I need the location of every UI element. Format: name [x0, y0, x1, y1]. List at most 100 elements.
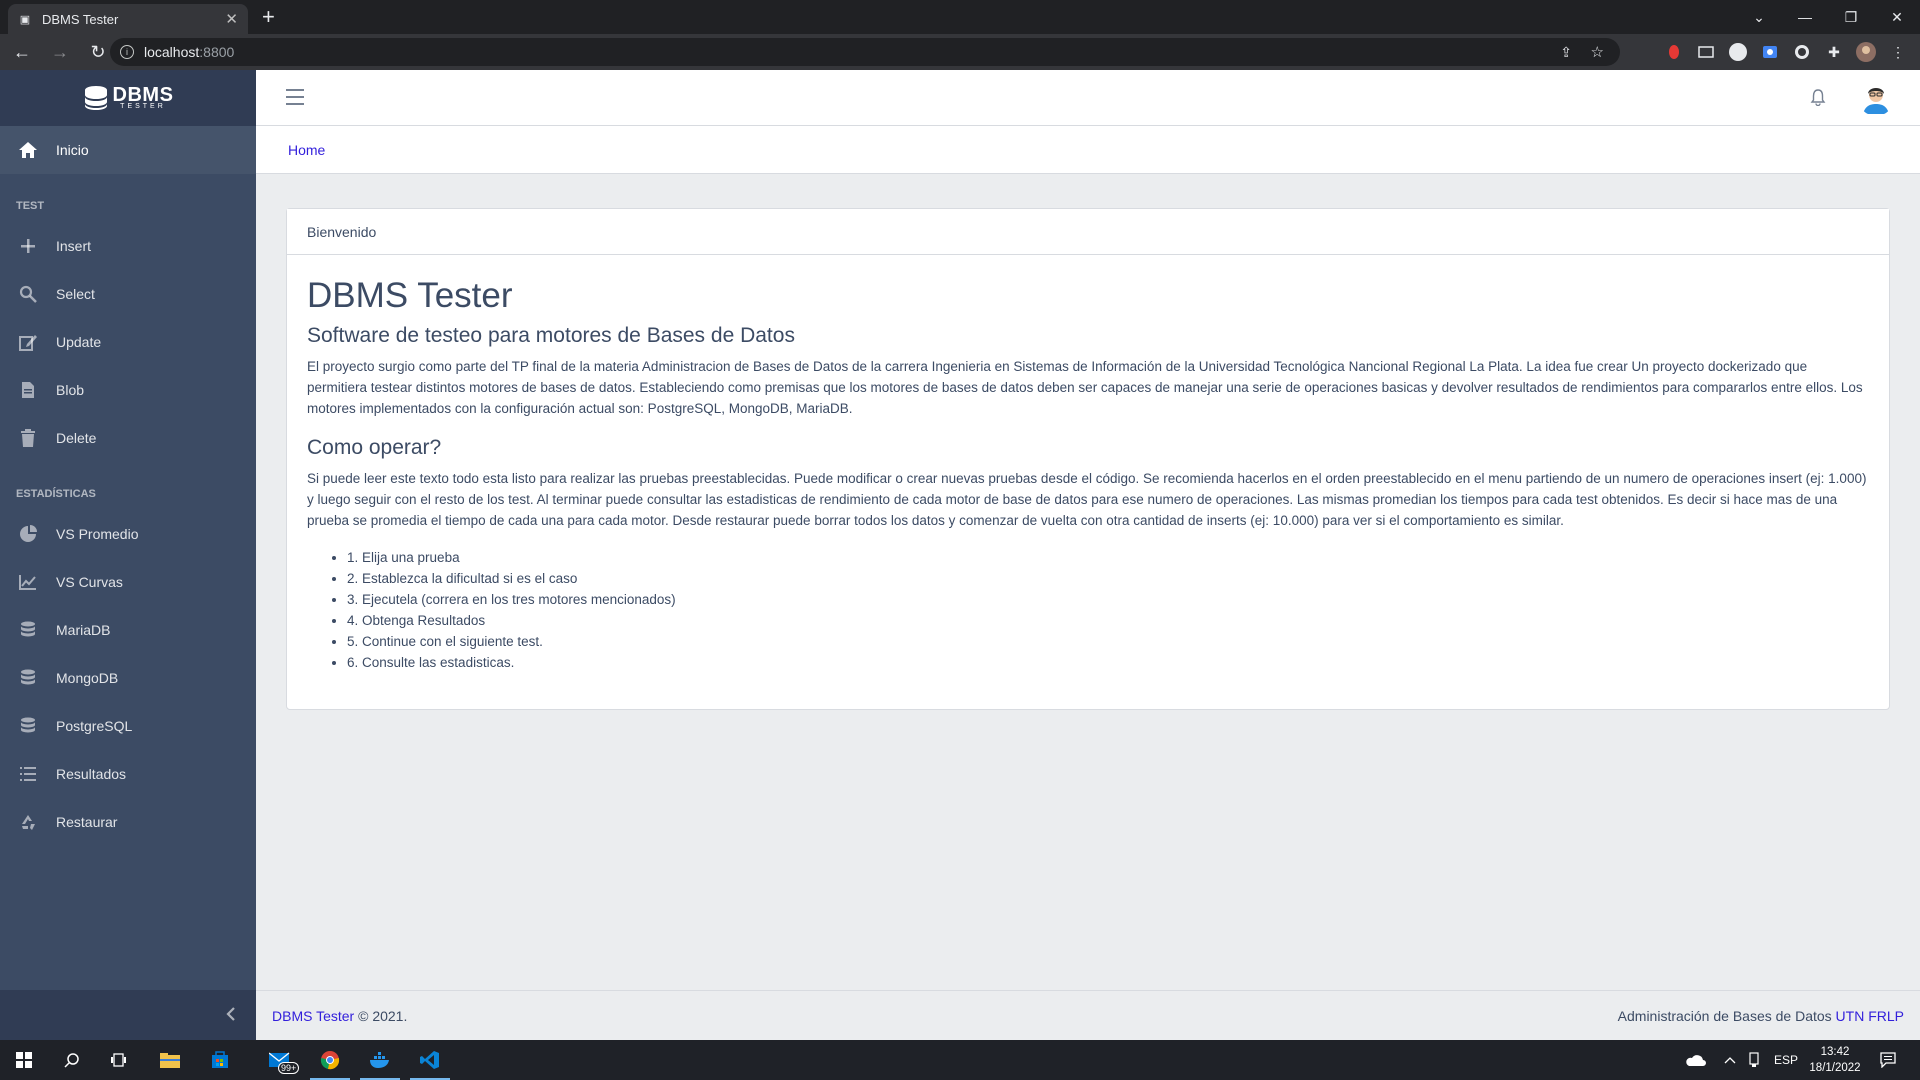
intro-paragraph: El proyecto surgio como parte del TP fin… — [307, 359, 1863, 417]
footer-left: DBMS Tester © 2021. — [272, 1008, 407, 1024]
sidebar-item-label: Insert — [56, 238, 92, 254]
sidebar-item-update[interactable]: Update — [0, 318, 256, 366]
sidebar-item-label: Update — [56, 334, 102, 350]
sidebar-item-insert[interactable]: Insert — [0, 222, 256, 270]
back-button[interactable]: ← — [6, 36, 38, 68]
user-avatar[interactable] — [1858, 80, 1894, 116]
chevron-left-icon — [226, 1005, 236, 1026]
sidebar-brand[interactable]: DBMS TESTER — [0, 70, 256, 126]
url-port: :8800 — [199, 44, 235, 60]
site-info-icon[interactable]: i — [120, 45, 134, 59]
footer-right: Administración de Bases de Datos UTN FRL… — [1618, 1008, 1904, 1024]
sidebar: DBMS TESTER Inicio TEST Insert Select Up… — [0, 70, 256, 1040]
tab-title: DBMS Tester — [42, 11, 119, 27]
database-logo-icon — [84, 86, 107, 110]
hamburger-menu-icon[interactable] — [286, 89, 304, 107]
sidebar-item-label: MongoDB — [56, 670, 119, 686]
close-window-button[interactable]: ✕ — [1874, 0, 1920, 34]
restore-button[interactable]: ❐ — [1828, 0, 1874, 34]
sidebar-item-mongodb[interactable]: MongoDB — [0, 654, 256, 702]
breadcrumb-home-link[interactable]: Home — [288, 142, 325, 158]
how-to-paragraph: Si puede leer este texto todo esta listo… — [307, 471, 1867, 529]
file-explorer-icon[interactable] — [146, 1040, 194, 1080]
extension-blue-icon[interactable] — [1760, 42, 1780, 62]
pie-chart-icon — [18, 524, 38, 544]
plus-icon — [18, 236, 38, 256]
card-header: Bienvenido — [287, 209, 1889, 255]
trash-icon — [18, 428, 38, 448]
sidebar-minimize-button[interactable] — [0, 990, 256, 1040]
sidebar-item-vs-curvas[interactable]: VS Curvas — [0, 558, 256, 606]
sidebar-item-delete[interactable]: Delete — [0, 414, 256, 462]
notifications-icon[interactable] — [1880, 1040, 1896, 1080]
new-tab-button[interactable]: + — [262, 6, 275, 28]
browser-menu-icon[interactable]: ⋮ — [1888, 42, 1908, 62]
bookmark-star-icon[interactable]: ☆ — [1591, 43, 1604, 61]
sidebar-item-label: VS Promedio — [56, 526, 139, 542]
clock-time: 13:42 — [1820, 1046, 1850, 1058]
brand-sub: TESTER — [120, 102, 166, 110]
sidebar-item-label: Blob — [56, 382, 85, 398]
sidebar-item-select[interactable]: Select — [0, 270, 256, 318]
sidebar-item-postgresql[interactable]: PostgreSQL — [0, 702, 256, 750]
sidebar-section-estadisticas: ESTADÍSTICAS — [16, 488, 96, 500]
browser-toolbar: ← → ↻ i localhost:8800 ⇪ ☆ — [0, 34, 1920, 70]
network-icon[interactable] — [1748, 1040, 1760, 1080]
docker-icon[interactable] — [356, 1040, 404, 1080]
extension-screen-icon[interactable] — [1696, 42, 1716, 62]
footer-utn-link[interactable]: UTN FRLP — [1836, 1008, 1904, 1024]
sidebar-item-restaurar[interactable]: Restaurar — [0, 798, 256, 846]
windows-start-icon[interactable] — [0, 1040, 48, 1080]
store-icon[interactable] — [196, 1040, 244, 1080]
list-item: 3. Ejecutela (correra en los tres motore… — [347, 589, 1869, 610]
language-indicator[interactable]: ESP — [1774, 1040, 1798, 1080]
extension-red-icon[interactable] — [1664, 42, 1684, 62]
breadcrumb: Home — [256, 126, 1920, 174]
profile-avatar-icon[interactable] — [1856, 42, 1876, 62]
chrome-icon[interactable] — [306, 1040, 354, 1080]
tab-close-icon[interactable]: ✕ — [225, 10, 238, 28]
sidebar-item-blob[interactable]: Blob — [0, 366, 256, 414]
card-body: DBMS Tester Software de testeo para moto… — [287, 255, 1889, 693]
sidebar-item-resultados[interactable]: Resultados — [0, 750, 256, 798]
steps-list: 1. Elija una prueba 2. Establezca la dif… — [347, 547, 1869, 673]
sidebar-item-label: Resultados — [56, 766, 127, 782]
tab-search-icon[interactable]: ⌄ — [1736, 0, 1782, 34]
footer-copyright: © 2021. — [354, 1007, 408, 1024]
sidebar-item-label: VS Curvas — [56, 574, 123, 590]
mail-icon[interactable]: 99+ — [256, 1040, 304, 1080]
vscode-icon[interactable] — [406, 1040, 454, 1080]
list-item: 1. Elija una prueba — [347, 547, 1869, 568]
sidebar-item-label: Inicio — [56, 142, 89, 158]
sidebar-item-vs-promedio[interactable]: VS Promedio — [0, 510, 256, 558]
footer-brand-link[interactable]: DBMS Tester — [272, 1008, 354, 1024]
mail-badge: 99+ — [278, 1062, 300, 1074]
sidebar-section-test: TEST — [16, 200, 45, 212]
browser-tab[interactable]: ▣ DBMS Tester ✕ — [8, 4, 248, 34]
bell-icon[interactable] — [1810, 88, 1830, 108]
brand-name: DBMS — [112, 83, 174, 106]
search-icon — [18, 284, 38, 304]
sidebar-item-label: Delete — [56, 430, 97, 446]
edit-icon — [18, 332, 38, 352]
address-bar[interactable]: i localhost:8800 ⇪ ☆ — [110, 38, 1620, 66]
page-subtitle: Software de testeo para motores de Bases… — [307, 324, 795, 347]
extensions-puzzle-icon[interactable]: ✚ — [1824, 42, 1844, 62]
onedrive-icon[interactable] — [1684, 1040, 1706, 1080]
sidebar-item-mariadb[interactable]: MariaDB — [0, 606, 256, 654]
share-icon[interactable]: ⇪ — [1560, 44, 1572, 61]
task-view-icon[interactable] — [96, 1040, 144, 1080]
minimize-button[interactable]: — — [1782, 0, 1828, 34]
extension-white-circle-icon[interactable] — [1728, 42, 1748, 62]
list-item: 2. Establezca la dificultad si es el cas… — [347, 568, 1869, 589]
extension-globe-icon[interactable] — [1792, 42, 1812, 62]
forward-button[interactable]: → — [44, 36, 76, 68]
sidebar-item-label: Select — [56, 286, 95, 302]
search-icon[interactable] — [48, 1040, 96, 1080]
clock[interactable]: 13:42 18/1/2022 — [1800, 1044, 1870, 1076]
app-header — [256, 70, 1920, 126]
how-to-heading: Como operar? — [307, 436, 442, 460]
sidebar-item-inicio[interactable]: Inicio — [0, 126, 256, 174]
tray-chevron-up-icon[interactable] — [1724, 1040, 1736, 1080]
welcome-card: Bienvenido DBMS Tester Software de teste… — [286, 208, 1890, 710]
